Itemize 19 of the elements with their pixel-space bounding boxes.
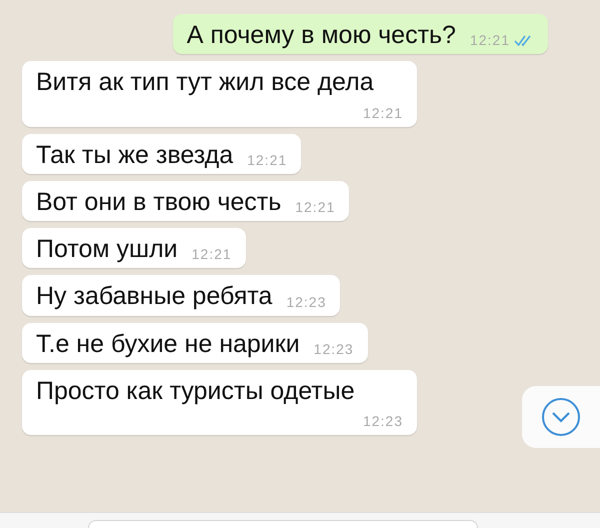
message-text: Просто как туристы одетые	[36, 376, 355, 407]
message-time: 12:23	[362, 412, 403, 431]
message-time: 12:21	[362, 104, 403, 122]
message-text: Витя ак тип тут жил все дела	[36, 67, 374, 98]
message-text: Ну забавные ребята	[36, 281, 272, 312]
message-time: 12:21	[192, 245, 232, 264]
message-time: 12:21	[295, 198, 336, 217]
message-time: 12:21	[247, 150, 288, 170]
message-text: Так ты же звезда	[36, 140, 234, 170]
message-text: Потом ушли	[36, 234, 178, 265]
scroll-down-button[interactable]	[522, 386, 600, 448]
message-text: А почему в мою честь?	[186, 20, 456, 51]
message-time: 12:21	[470, 31, 510, 50]
message-time: 12:23	[286, 292, 326, 312]
input-field[interactable]	[88, 520, 478, 528]
chevron-down-icon	[541, 397, 581, 437]
message-time: 12:23	[314, 340, 354, 359]
message-text: Вот они в твою честь	[36, 186, 282, 218]
message-text: Т.е не бухие не нарики	[36, 328, 300, 360]
